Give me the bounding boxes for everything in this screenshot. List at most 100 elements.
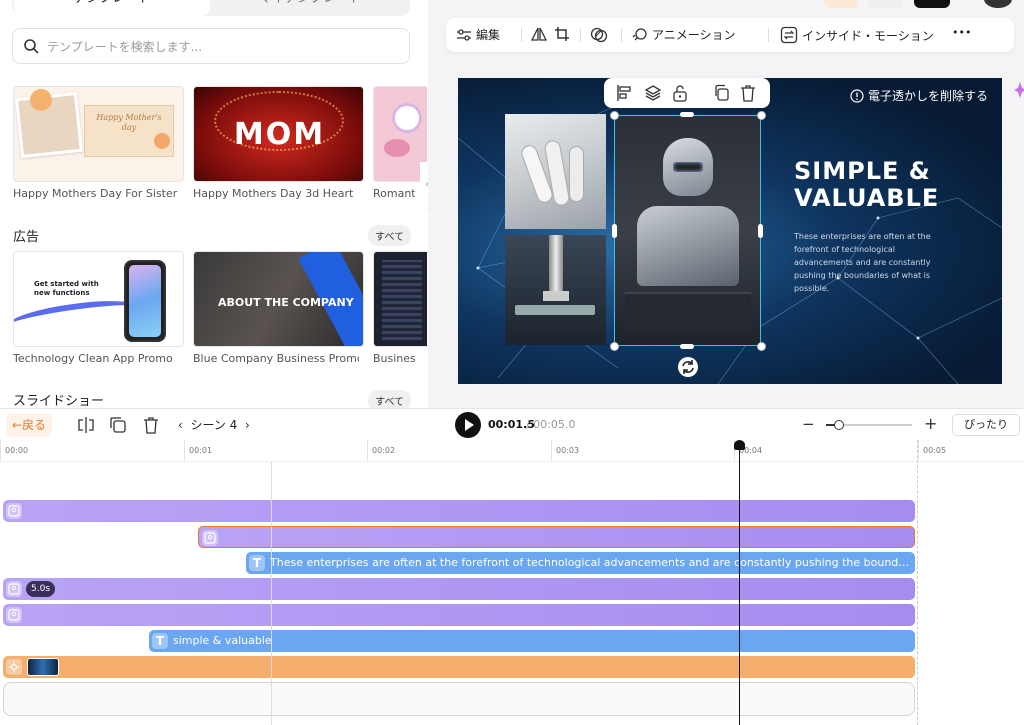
track-text-label: These enterprises are often at the foref… xyxy=(270,556,910,569)
rotate-handle[interactable] xyxy=(678,357,698,377)
trash-icon[interactable] xyxy=(740,84,756,102)
ruler-tick: 00:01 xyxy=(189,446,213,455)
back-button[interactable]: ←戻る xyxy=(6,413,53,437)
zoom-out-button[interactable]: − xyxy=(802,415,815,433)
resize-handle[interactable] xyxy=(610,111,619,120)
background-track-icon xyxy=(6,659,22,675)
search-icon xyxy=(24,39,39,54)
tab-my-templates[interactable]: マイテンプレート xyxy=(212,0,408,16)
more-button[interactable]: ••• xyxy=(952,26,971,39)
track-text-title[interactable]: T simple & valuable xyxy=(149,630,915,652)
split-icon[interactable] xyxy=(76,415,96,435)
track-text-label: simple & valuable xyxy=(173,634,272,647)
next-scene-button[interactable]: › xyxy=(245,418,250,432)
flip-button[interactable] xyxy=(530,26,548,42)
timeline-ruler[interactable]: 00:00 00:01 00:02 00:03 00:04 00:05 xyxy=(0,440,1024,462)
ruler-tick: 00:03 xyxy=(556,446,580,455)
info-icon xyxy=(850,88,864,103)
template-caption: Romanti xyxy=(373,187,415,200)
thumb-art-text: ABOUT THE COMPANY xyxy=(218,296,354,309)
opacity-button[interactable] xyxy=(590,26,608,44)
track-background[interactable] xyxy=(3,656,915,678)
duplicate-icon[interactable] xyxy=(714,84,730,102)
slide-title-line2: VALUABLE xyxy=(794,184,940,212)
template-thumb[interactable]: Happy Mother's day xyxy=(13,86,184,182)
selection-toolbar xyxy=(604,78,770,108)
delete-icon[interactable] xyxy=(141,415,161,435)
unlock-icon[interactable] xyxy=(672,84,688,102)
resize-handle[interactable] xyxy=(680,112,694,117)
edit-button[interactable]: 編集 xyxy=(456,26,500,43)
resize-handle[interactable] xyxy=(757,342,766,351)
template-thumb[interactable]: MOM xyxy=(193,86,364,182)
template-tabs: テンプレート マイテンプレート xyxy=(12,0,410,16)
empty-track[interactable] xyxy=(3,682,915,716)
resize-handle[interactable] xyxy=(680,344,694,349)
crop-button[interactable] xyxy=(554,26,570,42)
top-button[interactable] xyxy=(824,0,858,8)
section-title-slideshow: スライドショー xyxy=(13,394,105,408)
thumb-art-text: Happy Mother's day xyxy=(96,113,162,132)
template-thumb[interactable]: ABOUT THE COMPANY xyxy=(193,251,364,347)
copy-icon[interactable] xyxy=(108,415,128,435)
selection-box[interactable] xyxy=(614,115,761,346)
resize-handle[interactable] xyxy=(612,224,617,238)
template-caption: Busines xyxy=(373,352,415,365)
template-caption: Technology Clean App Promo xyxy=(13,352,173,365)
thumb-art-text: Get started with new functions xyxy=(34,280,99,297)
resize-handle[interactable] xyxy=(757,111,766,120)
track-image-selected[interactable] xyxy=(198,526,915,548)
sparkle-icon[interactable] xyxy=(1008,80,1024,100)
layers-icon[interactable] xyxy=(644,84,662,102)
play-button[interactable] xyxy=(455,412,481,438)
see-all-slideshow-button[interactable]: すべて xyxy=(368,390,411,408)
section-title-ads: 広告 xyxy=(13,230,40,245)
background-thumbnail xyxy=(27,658,59,676)
duration-badge: 5.0s xyxy=(26,581,56,597)
see-all-ads-button[interactable]: すべて xyxy=(368,225,411,246)
crop-icon xyxy=(555,27,569,41)
image-track-icon xyxy=(202,530,218,546)
text-track-icon: T xyxy=(249,555,265,571)
resize-handle[interactable] xyxy=(610,342,619,351)
search-input[interactable] xyxy=(47,37,397,57)
template-row: Happy Mother's day Happy Mothers Day For… xyxy=(13,86,427,216)
zoom-slider-knob[interactable] xyxy=(833,420,844,430)
track-image[interactable]: 5.0s xyxy=(3,578,915,600)
playhead-handle[interactable] xyxy=(734,440,745,450)
marker-line xyxy=(271,462,272,725)
search-box xyxy=(12,28,410,64)
resize-handle[interactable] xyxy=(758,224,763,238)
track-image[interactable] xyxy=(3,604,915,626)
sliders-icon xyxy=(457,28,471,41)
align-icon[interactable] xyxy=(616,84,632,102)
slide-title[interactable]: SIMPLE & VALUABLE xyxy=(794,158,984,212)
inside-motion-label: インサイド・モーション xyxy=(802,28,934,43)
scene-navigator: ‹ シーン 4 › xyxy=(178,416,250,433)
template-row: Get started with new functions Technolog… xyxy=(13,251,427,381)
text-track-icon: T xyxy=(152,633,168,649)
avatar[interactable] xyxy=(984,0,1012,8)
tab-templates[interactable]: テンプレート xyxy=(14,0,210,16)
slide-body-text[interactable]: These enterprises are often at the foref… xyxy=(794,230,944,295)
inside-motion-button[interactable]: インサイド・モーション xyxy=(780,26,934,44)
zoom-in-button[interactable]: + xyxy=(924,414,937,433)
photo-robot-hand[interactable] xyxy=(505,114,606,229)
timeline-toolbar: ←戻る ‹ シーン 4 › 00:01.5 / 00:05.0 − + ぴったり xyxy=(0,408,1024,440)
zoom-slider[interactable] xyxy=(826,420,912,430)
prev-scene-button[interactable]: ‹ xyxy=(178,418,183,432)
template-thumb[interactable] xyxy=(373,86,427,182)
top-button[interactable] xyxy=(868,0,902,8)
photo-microscope[interactable] xyxy=(505,235,606,345)
track-text-body[interactable]: T These enterprises are often at the for… xyxy=(246,552,915,574)
slide-canvas[interactable]: 電子透かしを削除する SIMPLE & VALUABLE These enter… xyxy=(458,78,1002,384)
animation-button[interactable]: アニメーション xyxy=(632,26,736,43)
track-image[interactable] xyxy=(3,500,915,522)
remove-watermark-button[interactable]: 電子透かしを削除する xyxy=(850,87,988,104)
template-thumb[interactable]: Get started with new functions xyxy=(13,251,184,347)
fit-button[interactable]: ぴったり xyxy=(952,414,1020,436)
ruler-tick: 00:05 xyxy=(923,446,947,455)
playhead[interactable] xyxy=(739,440,740,725)
top-button[interactable] xyxy=(914,0,950,8)
template-thumb[interactable] xyxy=(373,251,427,347)
